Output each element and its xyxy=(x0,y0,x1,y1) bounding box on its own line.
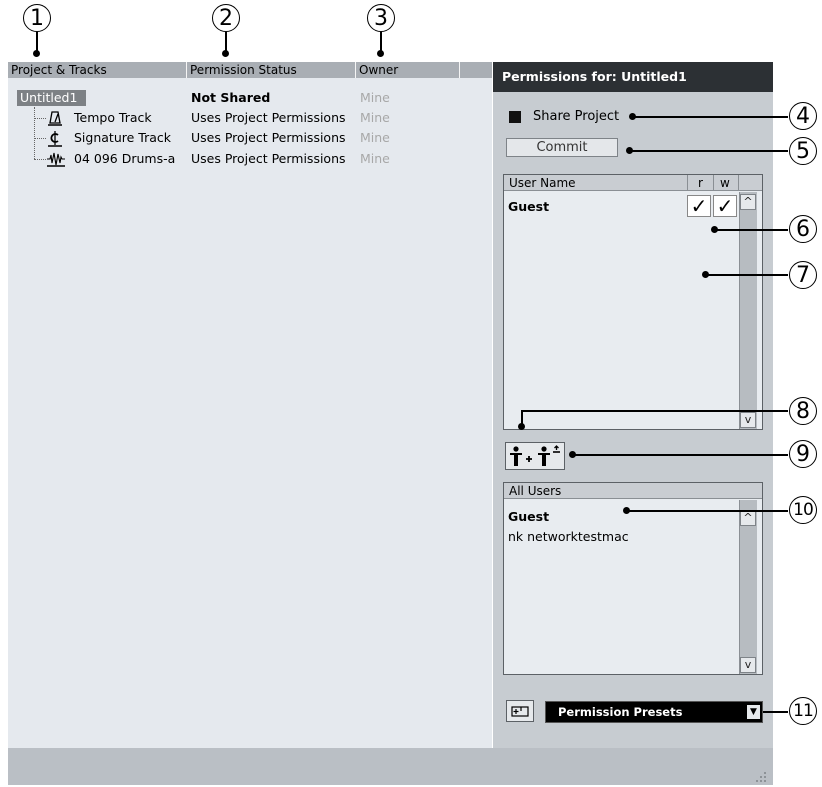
scroll-up-icon[interactable]: ^ xyxy=(740,510,756,526)
permission-presets-dropdown[interactable]: Permission Presets ▼ xyxy=(545,701,763,723)
all-users-item[interactable]: Guest xyxy=(508,509,549,525)
callout-dot xyxy=(377,50,384,57)
callout-11: 11 xyxy=(789,697,817,725)
share-project-checkbox[interactable] xyxy=(509,111,521,123)
callout-5: 5 xyxy=(789,137,817,165)
callout-9: 9 xyxy=(789,440,817,468)
user-list-header: User Name r w xyxy=(504,175,762,191)
column-separator xyxy=(459,62,460,78)
callout-line xyxy=(225,32,227,52)
callout-10: 10 xyxy=(789,496,817,524)
callout-3: 3 xyxy=(367,4,395,32)
column-separator xyxy=(687,175,688,191)
chevron-down-icon[interactable]: ▼ xyxy=(747,705,760,719)
project-status: Not Shared xyxy=(191,90,271,105)
callout-4: 4 xyxy=(789,102,817,130)
callout-7: 7 xyxy=(789,261,817,289)
signature-icon xyxy=(47,130,63,147)
scroll-up-icon[interactable]: ^ xyxy=(740,194,756,210)
tree-line xyxy=(34,138,46,139)
column-header-status[interactable]: Permission Status xyxy=(187,62,355,78)
read-permission-checkbox[interactable]: ✓ xyxy=(687,195,711,217)
callout-2: 2 xyxy=(212,4,240,32)
track-name[interactable]: Tempo Track xyxy=(74,110,152,126)
audio-waveform-icon xyxy=(46,151,66,167)
write-permission-checkbox[interactable]: ✓ xyxy=(713,195,737,217)
callout-line xyxy=(573,454,788,456)
track-owner: Mine xyxy=(360,110,390,125)
track-owner: Mine xyxy=(360,130,390,145)
callout-line xyxy=(36,32,38,52)
tree-line xyxy=(34,107,35,159)
column-header-project[interactable]: Project & Tracks xyxy=(8,62,186,78)
user-row-name[interactable]: Guest xyxy=(508,199,549,215)
callout-6: 6 xyxy=(789,215,817,243)
callout-8: 8 xyxy=(789,397,817,425)
presets-label: Permission Presets xyxy=(558,705,683,719)
track-name[interactable]: Signature Track xyxy=(74,130,171,146)
resize-grip-icon[interactable] xyxy=(755,768,767,782)
tree-line xyxy=(34,118,46,119)
track-status: Uses Project Permissions xyxy=(191,130,346,145)
user-name-column[interactable]: User Name xyxy=(509,175,576,191)
callout-line xyxy=(380,32,382,52)
preset-icon xyxy=(511,706,529,717)
callout-dot xyxy=(222,50,229,57)
column-separator xyxy=(738,175,739,191)
callout-line xyxy=(521,411,523,425)
track-status: Uses Project Permissions xyxy=(191,151,346,166)
scroll-down-icon[interactable]: v xyxy=(740,657,756,673)
remove-user-icon[interactable] xyxy=(535,444,563,468)
add-user-icon[interactable] xyxy=(507,444,534,468)
project-owner: Mine xyxy=(360,90,390,105)
track-name[interactable]: 04 096 Drums-a xyxy=(74,151,175,167)
callout-line xyxy=(763,711,788,713)
user-list-scrollbar[interactable] xyxy=(739,192,757,429)
project-name[interactable]: Untitled1 xyxy=(20,90,77,106)
track-status: Uses Project Permissions xyxy=(191,110,346,125)
callout-line xyxy=(630,150,788,152)
scroll-down-icon[interactable]: v xyxy=(740,412,756,428)
read-column[interactable]: r xyxy=(698,175,703,191)
callout-1: 1 xyxy=(23,4,51,32)
all-users-scrollbar[interactable] xyxy=(739,500,757,674)
all-users-column: All Users xyxy=(509,484,562,498)
column-header-owner[interactable]: Owner xyxy=(356,62,459,78)
commit-button[interactable]: Commit xyxy=(506,138,618,157)
share-project-label[interactable]: Share Project xyxy=(533,109,619,125)
permissions-title: Permissions for: Untitled1 xyxy=(493,62,773,92)
callout-line xyxy=(627,510,788,512)
tree-line xyxy=(34,159,46,160)
write-column[interactable]: w xyxy=(720,175,730,191)
callout-line xyxy=(521,410,788,412)
callout-dot xyxy=(33,50,40,57)
callout-line xyxy=(715,229,788,231)
callout-line xyxy=(633,116,788,118)
preset-manager-button[interactable] xyxy=(506,700,534,722)
all-users-header: All Users xyxy=(504,483,762,499)
column-separator xyxy=(713,175,714,191)
track-owner: Mine xyxy=(360,151,390,166)
status-bar xyxy=(8,748,773,785)
all-users-item[interactable]: nk networktestmac xyxy=(508,529,629,545)
column-header-row: Project & Tracks Permission Status Owner xyxy=(8,62,492,78)
callout-line xyxy=(706,274,788,276)
metronome-icon xyxy=(47,110,63,126)
